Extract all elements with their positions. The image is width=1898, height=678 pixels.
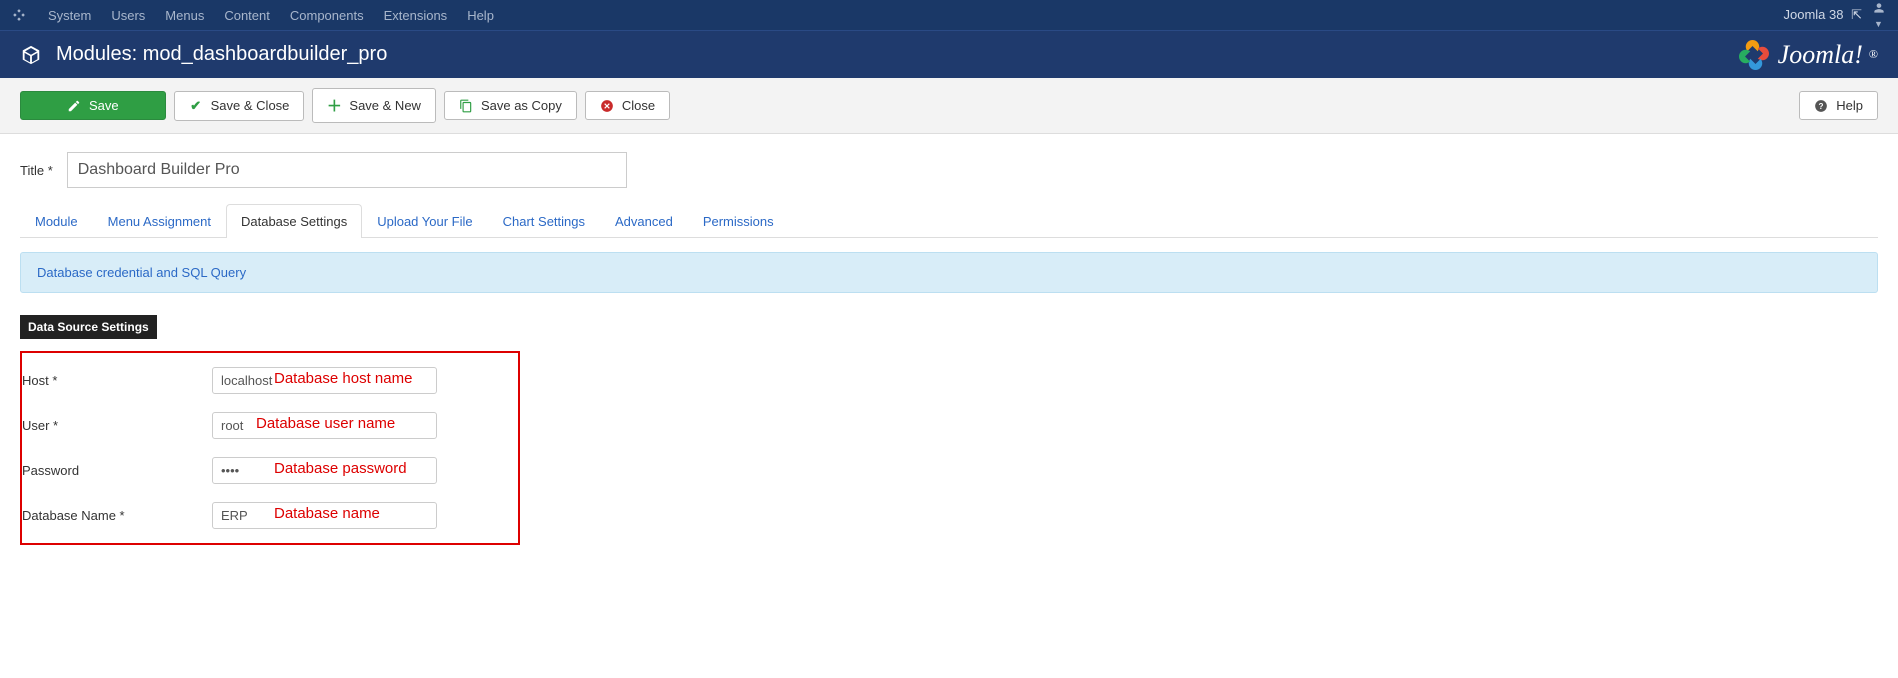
menu-extensions[interactable]: Extensions — [374, 8, 458, 23]
tab-menu-assignment[interactable]: Menu Assignment — [93, 204, 226, 238]
title-input[interactable] — [67, 152, 627, 188]
dbname-row: Database Name * Database name — [22, 502, 508, 529]
data-source-form: Host * Database host name User * Databas… — [20, 351, 520, 545]
help-label: Help — [1836, 98, 1863, 113]
close-label: Close — [622, 98, 655, 113]
site-name-text: Joomla 38 — [1783, 7, 1843, 22]
password-row: Password Database password — [22, 457, 508, 484]
tab-advanced[interactable]: Advanced — [600, 204, 688, 238]
password-input[interactable] — [212, 457, 437, 484]
save-button[interactable]: Save — [20, 91, 166, 120]
joomla-brand-text: Joomla! — [1778, 40, 1863, 70]
close-button[interactable]: Close — [585, 91, 670, 120]
site-name-link[interactable]: Joomla 38 ⇱ — [1783, 7, 1862, 23]
save-label: Save — [89, 98, 119, 113]
user-icon — [1872, 1, 1886, 15]
copy-icon — [459, 99, 473, 113]
save-icon — [67, 99, 81, 113]
user-menu[interactable]: ▼ — [1872, 1, 1886, 30]
menu-content[interactable]: Content — [214, 8, 280, 23]
save-close-label: Save & Close — [211, 98, 290, 113]
page-title: Modules: mod_dashboardbuilder_pro — [56, 43, 387, 66]
save-copy-label: Save as Copy — [481, 98, 562, 113]
top-menu: System Users Menus Content Components Ex… — [38, 8, 504, 23]
toolbar: Save ✔ Save & Close ＋ Save & New Save as… — [0, 78, 1898, 134]
joomla-logo: Joomla! ® — [1736, 37, 1878, 73]
title-bar: Modules: mod_dashboardbuilder_pro Joomla… — [0, 30, 1898, 78]
tab-upload-file[interactable]: Upload Your File — [362, 204, 487, 238]
host-input[interactable] — [212, 367, 437, 394]
menu-help[interactable]: Help — [457, 8, 504, 23]
user-row: User * Database user name — [22, 412, 508, 439]
user-input[interactable] — [212, 412, 437, 439]
password-label: Password — [22, 463, 212, 478]
help-button[interactable]: ? Help — [1799, 91, 1878, 120]
tab-module[interactable]: Module — [20, 204, 93, 238]
menu-menus[interactable]: Menus — [155, 8, 214, 23]
tabs: Module Menu Assignment Database Settings… — [20, 204, 1878, 238]
help-icon: ? — [1814, 99, 1828, 113]
save-new-button[interactable]: ＋ Save & New — [312, 88, 436, 123]
menu-system[interactable]: System — [38, 8, 101, 23]
title-label: Title * — [20, 163, 53, 178]
tab-database-settings[interactable]: Database Settings — [226, 204, 362, 238]
svg-text:?: ? — [1819, 101, 1824, 110]
user-label: User * — [22, 418, 212, 433]
dbname-label: Database Name * — [22, 508, 212, 523]
dbname-input[interactable] — [212, 502, 437, 529]
info-box: Database credential and SQL Query — [20, 252, 1878, 293]
save-copy-button[interactable]: Save as Copy — [444, 91, 577, 120]
content-area: Title * Module Menu Assignment Database … — [0, 134, 1898, 563]
cube-icon — [20, 44, 42, 66]
plus-icon: ＋ — [327, 95, 341, 116]
host-label: Host * — [22, 373, 212, 388]
save-close-button[interactable]: ✔ Save & Close — [174, 91, 305, 121]
tab-chart-settings[interactable]: Chart Settings — [488, 204, 600, 238]
section-header: Data Source Settings — [20, 315, 157, 339]
title-row: Title * — [20, 152, 1878, 188]
top-nav: System Users Menus Content Components Ex… — [0, 0, 1898, 30]
host-row: Host * Database host name — [22, 367, 508, 394]
joomla-icon — [12, 8, 26, 22]
joomla-brand-icon — [1736, 37, 1772, 73]
tab-permissions[interactable]: Permissions — [688, 204, 789, 238]
chevron-down-icon: ▼ — [1874, 19, 1883, 29]
close-icon — [600, 99, 614, 113]
menu-components[interactable]: Components — [280, 8, 374, 23]
trademark-icon: ® — [1869, 47, 1878, 62]
save-new-label: Save & New — [349, 98, 421, 113]
menu-users[interactable]: Users — [101, 8, 155, 23]
external-link-icon: ⇱ — [1851, 7, 1862, 22]
check-icon: ✔ — [189, 98, 203, 114]
